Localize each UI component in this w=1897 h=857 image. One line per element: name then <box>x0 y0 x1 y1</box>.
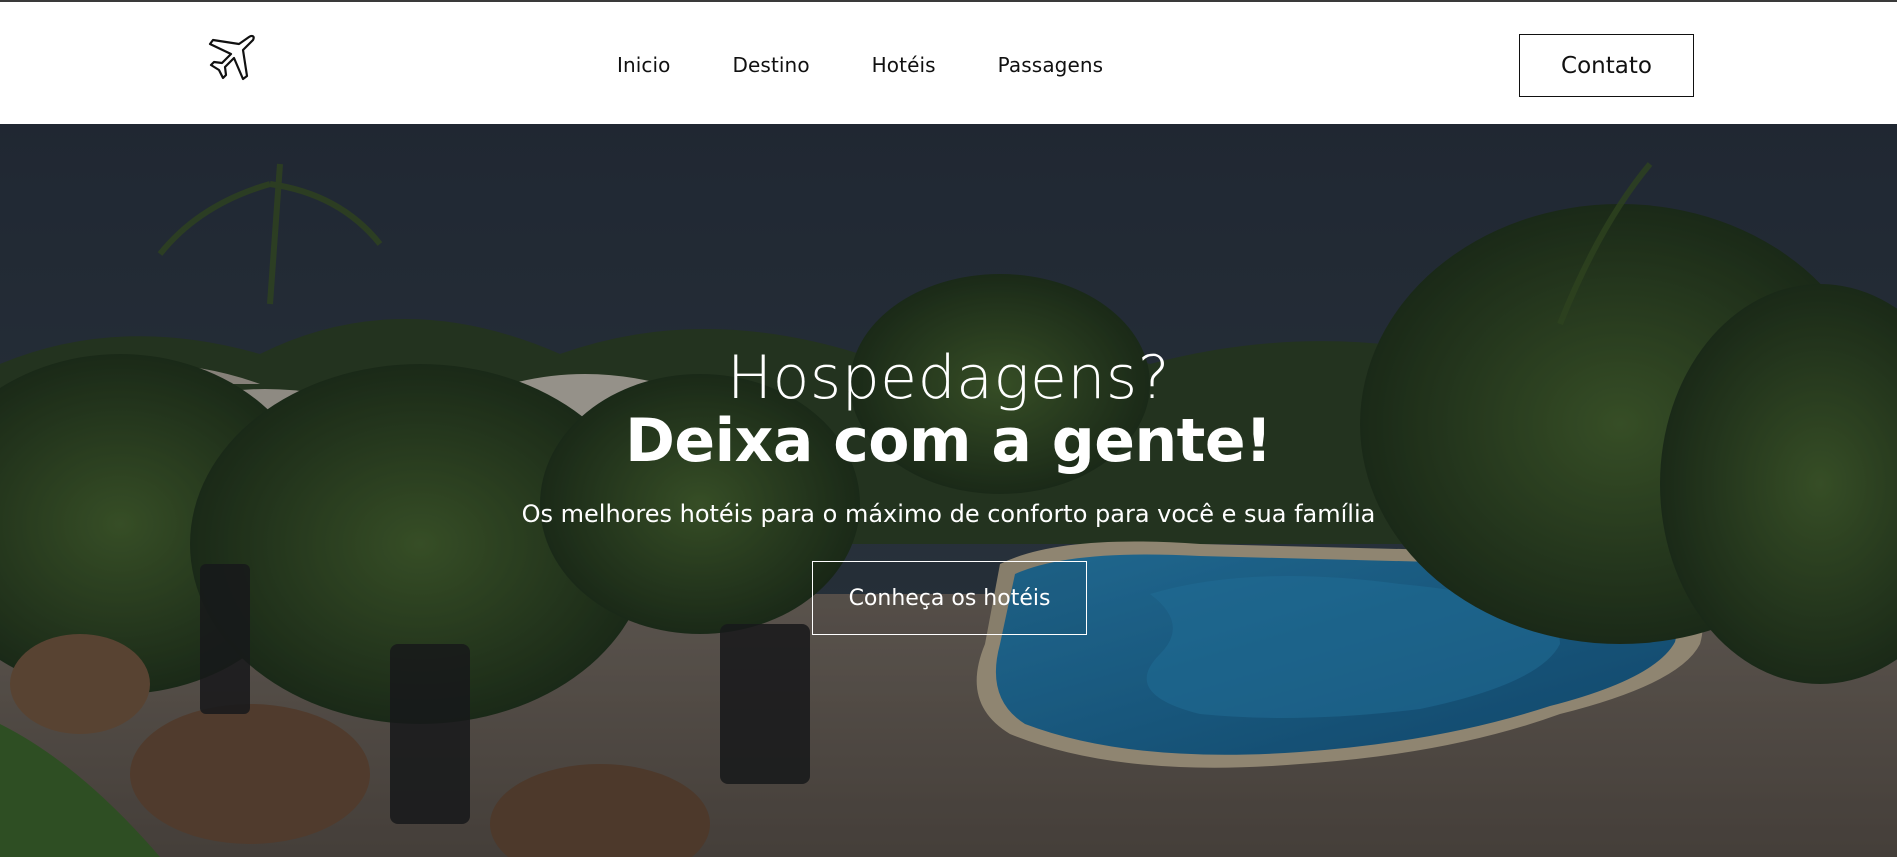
hero-content: Hospedagens? Deixa com a gente! Os melho… <box>0 124 1897 857</box>
nav-item-destino[interactable]: Destino <box>733 53 810 77</box>
hero-subtitle: Os melhores hotéis para o máximo de conf… <box>521 500 1376 528</box>
site-header: Inicio Destino Hotéis Passagens Contato <box>0 2 1897 124</box>
contact-button[interactable]: Contato <box>1519 34 1694 97</box>
nav-item-passagens[interactable]: Passagens <box>998 53 1104 77</box>
hero-title-bold: Deixa com a gente! <box>625 406 1272 476</box>
hero-section: Hospedagens? Deixa com a gente! Os melho… <box>0 124 1897 857</box>
hero-cta-button[interactable]: Conheça os hotéis <box>812 561 1087 635</box>
main-nav: Inicio Destino Hotéis Passagens <box>617 48 1103 82</box>
airplane-icon[interactable] <box>202 30 258 86</box>
nav-item-hoteis[interactable]: Hotéis <box>872 53 936 77</box>
hero-title-light: Hospedagens? <box>727 343 1170 413</box>
nav-item-inicio[interactable]: Inicio <box>617 53 671 77</box>
